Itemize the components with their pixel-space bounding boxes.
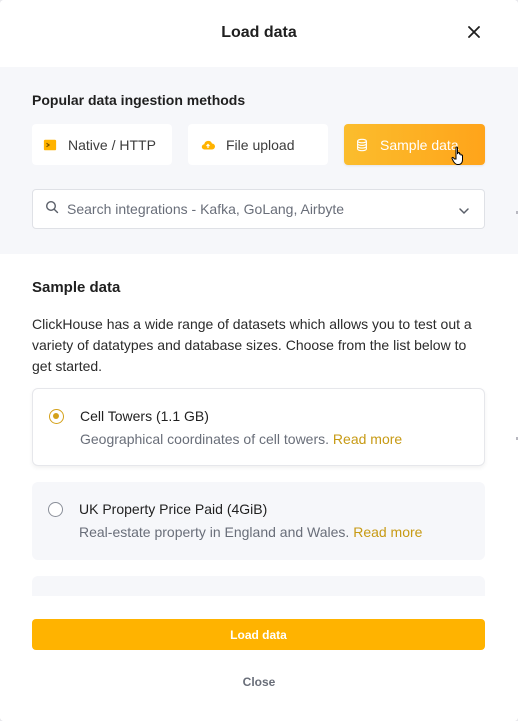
dataset-description: Real-estate property in England and Wale… bbox=[79, 524, 422, 540]
dataset-title: UK Property Price Paid (4GiB) bbox=[79, 501, 268, 517]
radio-selected[interactable] bbox=[49, 409, 64, 424]
dataset-description-text: Real-estate property in England and Wale… bbox=[79, 524, 350, 540]
dialog-footer: Load data Close bbox=[0, 596, 518, 721]
read-more-link[interactable]: Read more bbox=[333, 431, 402, 447]
dataset-option-uk-property[interactable]: UK Property Price Paid (4GiB) Real-estat… bbox=[32, 482, 485, 560]
native-http-button[interactable]: Native / HTTP bbox=[32, 124, 172, 165]
close-icon[interactable] bbox=[466, 24, 482, 40]
dataset-description-text: Geographical coordinates of cell towers. bbox=[80, 431, 330, 447]
hand-cursor-icon bbox=[451, 146, 463, 165]
sample-data-label: Sample data bbox=[380, 136, 459, 153]
native-http-label: Native / HTTP bbox=[68, 136, 156, 153]
dataset-description: Geographical coordinates of cell towers.… bbox=[80, 431, 402, 447]
file-upload-label: File upload bbox=[226, 136, 295, 153]
integrations-search[interactable] bbox=[32, 189, 485, 229]
database-icon bbox=[354, 137, 370, 153]
file-upload-button[interactable]: File upload bbox=[188, 124, 328, 165]
read-more-link[interactable]: Read more bbox=[353, 524, 422, 540]
chevron-down-icon[interactable] bbox=[458, 204, 470, 216]
dataset-option-cell-towers[interactable]: Cell Towers (1.1 GB) Geographical coordi… bbox=[32, 388, 485, 466]
dataset-title: Cell Towers (1.1 GB) bbox=[80, 408, 209, 424]
dialog-title: Load data bbox=[221, 24, 297, 41]
search-icon bbox=[45, 200, 59, 219]
dataset-option-partial[interactable] bbox=[32, 576, 485, 596]
sample-data-description: ClickHouse has a wide range of datasets … bbox=[32, 316, 472, 374]
close-button[interactable]: Close bbox=[209, 673, 309, 691]
sample-data-section: Sample data ClickHouse has a wide range … bbox=[0, 254, 518, 596]
terminal-icon bbox=[42, 137, 58, 153]
search-input[interactable] bbox=[67, 201, 447, 217]
sample-data-title: Sample data bbox=[32, 279, 121, 296]
load-data-button[interactable]: Load data bbox=[32, 619, 485, 650]
radio-unselected[interactable] bbox=[48, 502, 63, 517]
ingestion-methods-title: Popular data ingestion methods bbox=[32, 92, 246, 108]
cloud-upload-icon bbox=[200, 137, 216, 153]
ingestion-methods-panel: Popular data ingestion methods Native / … bbox=[0, 67, 518, 254]
dialog-header: Load data bbox=[0, 0, 518, 67]
load-data-dialog: Load data Popular data ingestion methods… bbox=[0, 0, 518, 721]
